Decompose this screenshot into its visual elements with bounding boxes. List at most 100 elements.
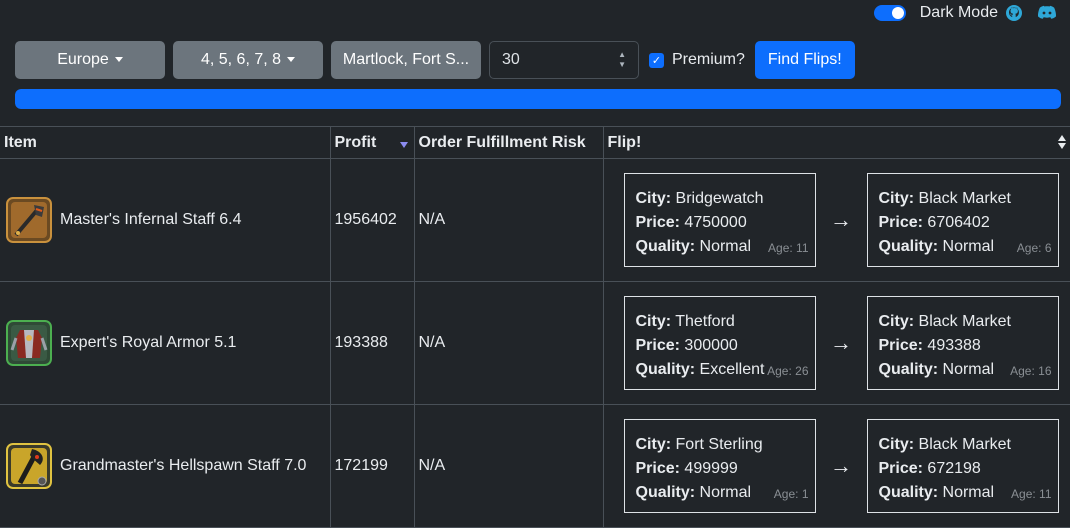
item-cell: Expert's Royal Armor 5.1 bbox=[0, 281, 330, 405]
quality-label: Quality: bbox=[878, 238, 939, 255]
city-label: City: bbox=[635, 190, 672, 207]
age-badge: Age: 6 bbox=[1016, 241, 1052, 255]
profit-cell: 172199 bbox=[329, 404, 414, 528]
quality-label: Quality: bbox=[878, 484, 939, 501]
destination-market-card: City: Black Market Price: 6706402 Qualit… bbox=[866, 173, 1059, 267]
price-label: Price: bbox=[878, 337, 923, 354]
table-row: Master's Infernal Staff 6.4 1956402 N/A … bbox=[0, 158, 1070, 282]
city-label: City: bbox=[635, 313, 672, 330]
price-label: Price: bbox=[635, 460, 680, 477]
city-dropdown[interactable]: Martlock, Fort S... bbox=[331, 41, 481, 79]
column-header-item[interactable]: Item bbox=[0, 126, 330, 159]
profit-cell: 1956402 bbox=[329, 158, 414, 282]
staff-icon bbox=[6, 197, 52, 243]
source-market-card: City: Fort Sterling Price: 499999 Qualit… bbox=[623, 419, 816, 513]
quality-value: Excellent bbox=[699, 361, 765, 378]
city-value: Black Market bbox=[918, 436, 1011, 453]
table-row: Grandmaster's Hellspawn Staff 7.0 172199… bbox=[0, 404, 1070, 528]
price-value: 672198 bbox=[927, 460, 981, 477]
quality-label: Quality: bbox=[635, 484, 696, 501]
city-label: City: bbox=[635, 436, 672, 453]
stepper-up-icon[interactable]: ▲ bbox=[618, 51, 626, 59]
destination-market-card: City: Black Market Price: 493388 Quality… bbox=[866, 296, 1059, 390]
top-bar: Dark Mode bbox=[873, 0, 1070, 26]
age-badge: Age: 1 bbox=[773, 487, 809, 501]
item-name: Grandmaster's Hellspawn Staff 7.0 bbox=[60, 457, 307, 474]
quality-value: Normal bbox=[699, 484, 752, 501]
column-header-profit-label: Profit bbox=[334, 133, 377, 151]
price-label: Price: bbox=[635, 214, 680, 231]
price-value: 300000 bbox=[684, 337, 738, 354]
city-value: Bridgewatch bbox=[675, 190, 764, 207]
sort-desc-icon bbox=[399, 142, 408, 148]
source-market-card: City: Thetford Price: 300000 Quality: Ex… bbox=[623, 296, 816, 390]
number-stepper[interactable]: ▲ ▼ bbox=[618, 51, 626, 69]
hours-input[interactable]: 30 ▲ ▼ bbox=[489, 41, 639, 79]
risk-cell: N/A bbox=[413, 404, 603, 528]
profit-cell: 193388 bbox=[329, 281, 414, 405]
item-cell: Master's Infernal Staff 6.4 bbox=[0, 158, 330, 282]
arrow-right-icon: → bbox=[830, 453, 852, 478]
arrow-right-icon: → bbox=[830, 330, 852, 355]
city-value: Black Market bbox=[918, 313, 1011, 330]
source-market-card: City: Bridgewatch Price: 4750000 Quality… bbox=[623, 173, 816, 267]
age-badge: Age: 11 bbox=[768, 241, 809, 255]
chevron-down-icon bbox=[287, 56, 296, 62]
city-label: City: bbox=[878, 190, 915, 207]
region-dropdown-label: Europe bbox=[57, 51, 109, 68]
tier-dropdown[interactable]: 4, 5, 6, 7, 8 bbox=[173, 41, 323, 79]
dark-mode-toggle[interactable] bbox=[873, 5, 906, 21]
premium-label: Premium? bbox=[672, 51, 745, 68]
progress-bar-fill bbox=[15, 89, 1061, 109]
tier-dropdown-label: 4, 5, 6, 7, 8 bbox=[200, 51, 282, 68]
sort-both-icon bbox=[1058, 135, 1066, 149]
flip-cell: City: Thetford Price: 300000 Quality: Ex… bbox=[602, 281, 1070, 405]
age-badge: Age: 11 bbox=[1011, 487, 1052, 501]
table-row: Expert's Royal Armor 5.1 193388 N/A City… bbox=[0, 281, 1070, 405]
city-value: Fort Sterling bbox=[675, 436, 763, 453]
city-label: City: bbox=[878, 313, 915, 330]
dark-mode-label: Dark Mode bbox=[919, 4, 998, 21]
quality-value: Normal bbox=[942, 484, 995, 501]
progress-bar bbox=[15, 89, 1061, 109]
age-badge: Age: 26 bbox=[767, 364, 809, 378]
price-label: Price: bbox=[635, 337, 680, 354]
region-dropdown[interactable]: Europe bbox=[15, 41, 165, 79]
column-header-flip[interactable]: Flip! bbox=[602, 126, 1070, 159]
premium-checkbox-group: ✓ Premium? bbox=[649, 51, 745, 69]
city-value: Thetford bbox=[675, 313, 735, 330]
chevron-down-icon bbox=[114, 56, 123, 62]
github-icon[interactable] bbox=[1004, 3, 1024, 23]
price-label: Price: bbox=[878, 460, 923, 477]
column-header-profit[interactable]: Profit bbox=[329, 126, 414, 159]
quality-value: Normal bbox=[942, 361, 995, 378]
controls-bar: Europe 4, 5, 6, 7, 8 Martlock, Fort S...… bbox=[15, 41, 855, 79]
risk-cell: N/A bbox=[413, 281, 603, 405]
item-name: Master's Infernal Staff 6.4 bbox=[60, 211, 242, 228]
quality-value: Normal bbox=[942, 238, 995, 255]
item-cell: Grandmaster's Hellspawn Staff 7.0 bbox=[0, 404, 330, 528]
flip-cell: City: Fort Sterling Price: 499999 Qualit… bbox=[602, 404, 1070, 528]
price-label: Price: bbox=[878, 214, 923, 231]
column-header-flip-label: Flip! bbox=[607, 133, 642, 151]
find-flips-button[interactable]: Find Flips! bbox=[754, 41, 855, 79]
item-name: Expert's Royal Armor 5.1 bbox=[60, 334, 237, 351]
price-value: 499999 bbox=[684, 460, 738, 477]
discord-icon[interactable] bbox=[1036, 3, 1058, 23]
price-value: 493388 bbox=[927, 337, 981, 354]
flips-table: Item Profit Order Fulfillment Risk Flip! bbox=[0, 126, 1070, 528]
quality-value: Normal bbox=[699, 238, 752, 255]
stepper-down-icon[interactable]: ▼ bbox=[618, 61, 626, 69]
risk-cell: N/A bbox=[413, 158, 603, 282]
arrow-right-icon: → bbox=[830, 207, 852, 232]
city-dropdown-label: Martlock, Fort S... bbox=[342, 51, 470, 68]
premium-checkbox[interactable]: ✓ bbox=[649, 52, 664, 68]
price-value: 6706402 bbox=[927, 214, 990, 231]
armor-icon bbox=[6, 320, 52, 366]
hours-input-value: 30 bbox=[502, 51, 520, 68]
destination-market-card: City: Black Market Price: 672198 Quality… bbox=[866, 419, 1059, 513]
column-header-risk[interactable]: Order Fulfillment Risk bbox=[413, 126, 603, 159]
quality-label: Quality: bbox=[635, 238, 696, 255]
quality-label: Quality: bbox=[635, 361, 696, 378]
age-badge: Age: 16 bbox=[1010, 364, 1052, 378]
